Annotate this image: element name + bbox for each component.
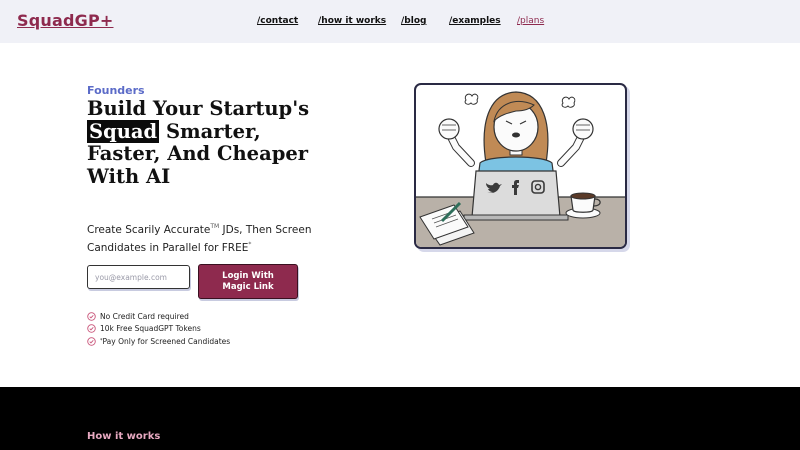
perk-item: No Credit Card required [87,310,230,323]
email-input[interactable] [87,265,190,289]
perk-text: 10k Free SquadGPT Tokens [100,324,201,334]
check-circle-icon [87,324,96,333]
nav-link-how-it-works[interactable]: /how it works [318,16,386,26]
perks-list: No Credit Card required 10k Free SquadGP… [87,310,230,348]
nav-link-plans[interactable]: /plans [517,16,544,26]
top-navbar: SquadGP+ /contact /how it works /blog /e… [0,0,800,43]
login-magic-link-button[interactable]: Login With Magic Link [198,264,298,299]
hero-illustration [414,83,627,249]
nav-link-blog[interactable]: /blog [401,16,426,26]
hero-subtext: Create Scarily AccurateTM JDs, Then Scre… [87,220,347,255]
hero-eyebrow: Founders [87,84,145,97]
footnote-star: * [248,240,252,248]
perk-text: Pay Only for Screened Candidates [102,336,231,346]
nav-link-contact[interactable]: /contact [257,16,298,26]
how-it-works-section: How it works [0,387,800,450]
hero-headline: Build Your Startup's Squad Smarter, Fast… [87,97,327,188]
subtext-part-1: Create Scarily Accurate [87,224,211,236]
nav-link-examples[interactable]: /examples [449,16,501,26]
check-circle-icon [87,337,96,346]
frustrated-founder-illustration [416,91,625,247]
check-circle-icon [87,312,96,321]
perk-item: 10k Free SquadGPT Tokens [87,323,230,336]
how-it-works-heading: How it works [87,431,161,442]
perk-text: No Credit Card required [100,311,189,321]
headline-text-start: Build Your Startup's [87,97,310,120]
perk-item: * Pay Only for Screened Candidates [87,335,230,348]
trademark-mark: TM [210,223,220,230]
headline-highlight: Squad [87,119,160,143]
logo-link[interactable]: SquadGP+ [17,11,113,30]
